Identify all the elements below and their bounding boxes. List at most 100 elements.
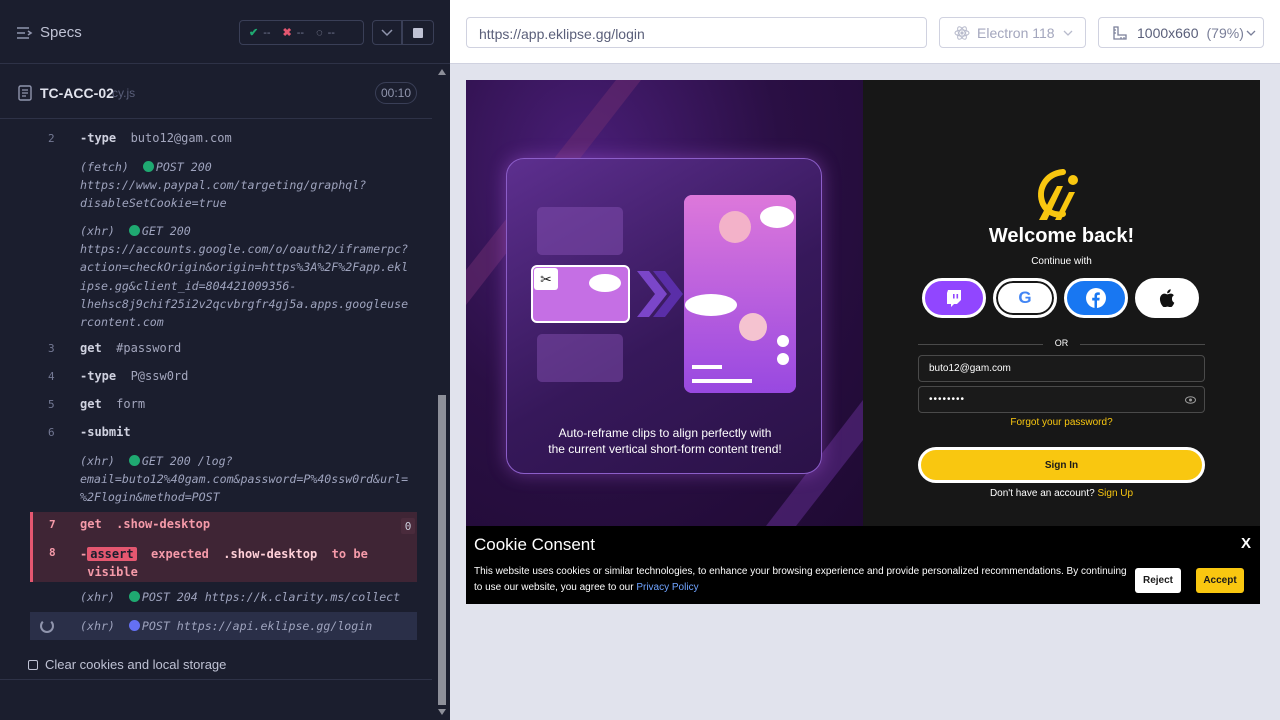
command-number: 3 [48,342,55,355]
request-method: POST 200 [155,160,212,174]
pending-count: -- [327,26,335,39]
chevron-down-button[interactable] [372,20,402,45]
forgot-password-link[interactable]: Forgot your password? [863,417,1260,428]
command-log-scrollbar[interactable] [435,65,449,720]
browser-selector[interactable]: Electron 118 [939,17,1086,48]
cookie-close-button[interactable]: X [1241,535,1251,552]
failed-command-block[interactable]: 7 get .show-desktop 0 8 - assert expected… [30,512,417,582]
facebook-login-button[interactable] [1064,278,1128,318]
request-method: GET 200 /log? [141,454,233,468]
svg-text:✂: ✂ [540,271,552,287]
passed-count: -- [263,26,271,39]
command-row[interactable]: -submit [80,425,131,439]
request-url-line: ipse.gg&client_id=804421009356- [80,278,297,293]
command-number: 5 [48,398,55,411]
command-log: 2 -type buto12@gam.com (fetch) POST 200 … [0,120,432,650]
no-account-text: Don't have an account? [989,488,1095,499]
command-number: 2 [48,132,55,145]
request-url: https://k.clarity.ms/collect [204,590,401,604]
command-row[interactable]: get form [80,397,145,411]
promo-caption: Auto-reframe clips to align perfectly wi… [548,426,782,456]
request-url: https://api.eklipse.gg/login [176,619,373,633]
command-value: buto12@gam.com [130,131,232,145]
email-field[interactable]: buto12@gam.com [918,355,1205,382]
loading-spinner-icon [40,619,54,633]
twitch-login-button[interactable] [922,278,986,318]
request-url-line: https://accounts.google.com/o/oauth2/ifr… [80,242,409,257]
pending-request-row[interactable]: (xhr) POST https://api.eklipse.gg/login [30,612,417,640]
document-icon [18,85,32,101]
divider [0,679,432,680]
command-row[interactable]: get #password [80,341,181,355]
network-request: (xhr) POST https://api.eklipse.gg/login [80,617,410,635]
status-dot-icon [128,225,140,236]
request-kind: (xhr) [80,590,115,604]
network-request[interactable]: (xhr) POST 204 https://k.clarity.ms/coll… [80,588,420,606]
request-url-line: lhehsc8j9chif25i2v2qcvbrgfr4gj5a.apps.go… [80,296,409,311]
chevron-down-icon [381,28,393,36]
cookie-title: Cookie Consent [474,535,595,554]
request-kind: (xhr) [80,619,115,633]
command-row[interactable]: -type buto12@gam.com [80,131,232,145]
cookie-message: This website uses cookies or similar tec… [474,566,1127,593]
assert-badge: assert [87,547,137,561]
twitch-icon [947,290,961,307]
cypress-reporter: Specs ✔ -- ✖ -- ◌ -- TC-ACC-02 cy.js 00:… [0,0,450,720]
command-number: 4 [48,370,55,383]
test-header[interactable]: TC-ACC-02 cy.js 00:10 [0,65,432,119]
command-value: form [116,397,146,411]
command-number: 8 [49,546,56,559]
passed-check-icon: ✔ [249,27,259,39]
ruler-icon [1113,25,1127,40]
reporter-header: Specs ✔ -- ✖ -- ◌ -- [0,0,450,64]
clear-storage-checkbox[interactable] [28,659,38,670]
command-name: get [80,397,102,411]
reframe-illustration: ✂ [531,195,796,393]
continue-with-label: Continue with [1031,256,1092,267]
command-row[interactable]: -type P@ssw0rd [80,369,188,383]
viewport-selector[interactable]: 1000x660 (79%) [1098,17,1264,48]
clear-storage-option[interactable]: Clear cookies and local storage [28,657,226,672]
status-dot-icon [128,620,140,631]
network-request[interactable]: (xhr) GET 200 https://accounts.google.co… [80,222,415,331]
network-request[interactable]: (xhr) GET 200 /log? email=buto12%40gam.c… [80,452,415,507]
accept-cookies-button[interactable]: Accept [1196,568,1244,593]
apple-icon [1159,289,1175,307]
clear-storage-label: Clear cookies and local storage [45,657,227,672]
network-request[interactable]: (fetch) POST 200 https://www.paypal.com/… [80,158,415,213]
scrollbar-thumb[interactable] [438,395,446,705]
status-dot-icon [128,455,140,466]
stop-button[interactable] [402,20,434,45]
command-number: 7 [49,518,56,531]
app-iframe: ✂ Auto-reframe clips to align perfectly … [466,80,1260,604]
specs-list-icon[interactable] [16,24,34,42]
status-dot-icon [128,591,140,602]
duration-badge: 00:10 [375,82,417,104]
test-file-name: cy.js [112,86,136,100]
promo-card: ✂ Auto-reframe clips to align perfectly … [506,158,822,474]
request-kind: (fetch) [80,160,129,174]
sign-up-link[interactable]: Sign Up [1097,488,1133,499]
aut-toolbar: https://app.eklipse.gg/login Electron 11… [450,0,1280,64]
test-title: TC-ACC-02 [40,85,114,101]
privacy-policy-link[interactable]: Privacy Policy [636,582,698,593]
reject-cookies-button[interactable]: Reject [1135,568,1181,593]
url-bar[interactable]: https://app.eklipse.gg/login [466,17,927,48]
scroll-down-arrow-icon[interactable] [438,709,446,715]
element-count-badge: 0 [401,518,415,534]
specs-label[interactable]: Specs [40,24,82,41]
apple-login-button[interactable] [1135,278,1199,318]
pending-circle-icon: ◌ [316,26,323,39]
viewport-size: 1000x660 [1137,24,1199,41]
password-field[interactable]: •••••••• [918,386,1205,413]
sign-in-button[interactable]: Sign In [918,447,1205,483]
request-url-line: disableSetCookie=true [80,196,227,211]
password-value: •••••••• [929,394,966,405]
request-method: POST 204 [141,590,198,604]
login-panel: Welcome back! Continue with G OR buto12@… [863,80,1260,526]
google-login-button[interactable]: G [993,278,1057,318]
request-url-line: action=checkOrigin&origin=https%3A%2F%2F… [80,260,409,275]
scroll-up-arrow-icon[interactable] [438,69,446,75]
eye-icon[interactable] [1185,396,1196,404]
browser-name: Electron 118 [977,24,1055,41]
